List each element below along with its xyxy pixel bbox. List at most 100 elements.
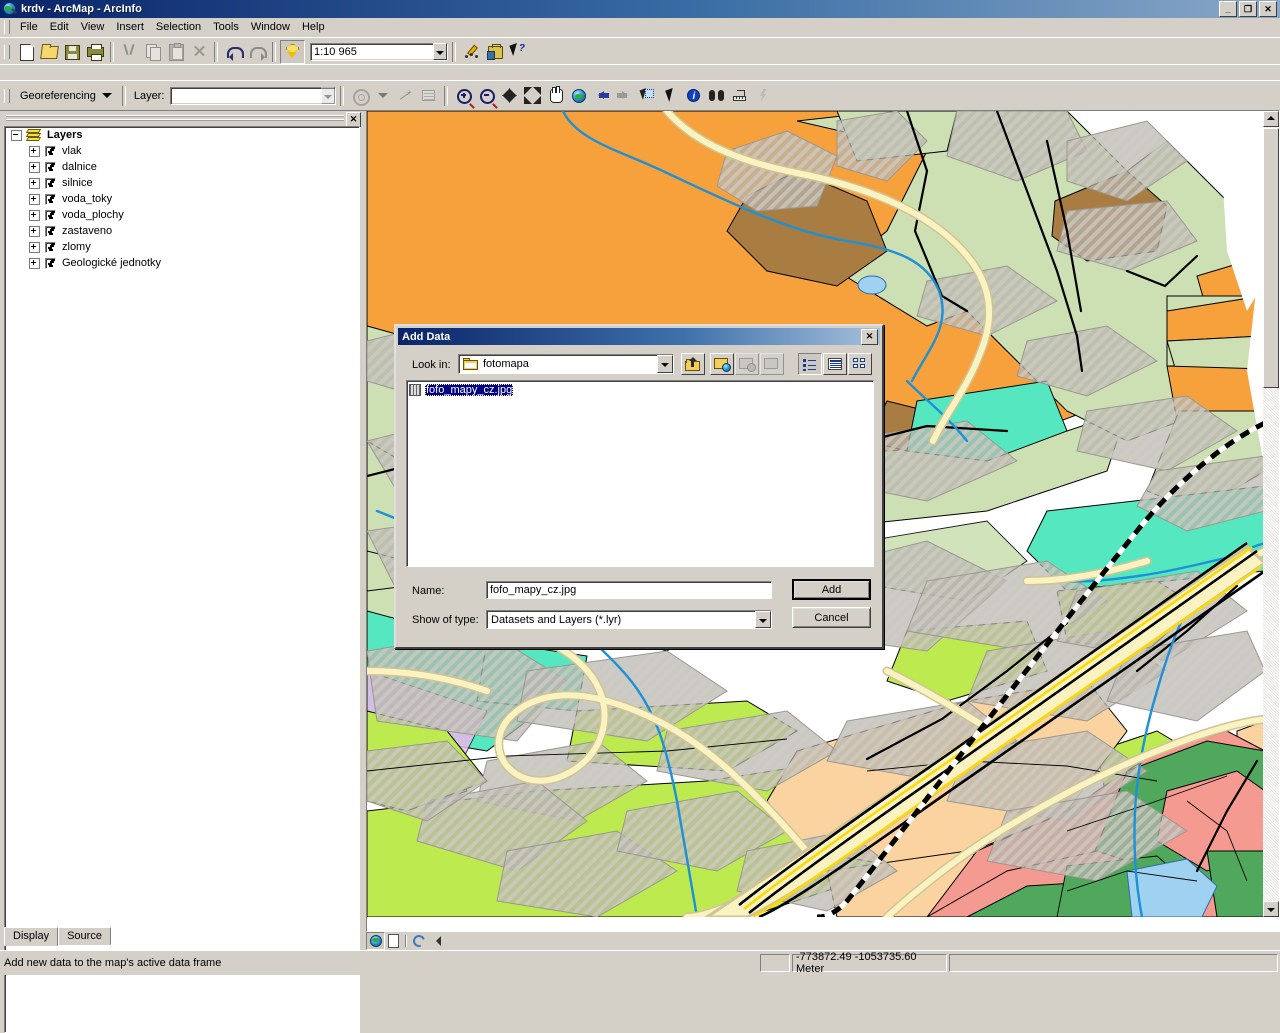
pan-button[interactable]	[544, 85, 567, 107]
paste-button[interactable]	[164, 41, 187, 63]
add-button[interactable]: Add	[792, 579, 871, 600]
data-view-button[interactable]	[366, 932, 385, 950]
layer-visibility-checkbox[interactable]	[45, 177, 56, 189]
toc-row-zlomy[interactable]: zlomy	[5, 239, 359, 255]
up-one-level-button[interactable]	[681, 353, 705, 375]
go-back-extent-button[interactable]	[590, 85, 613, 107]
expand-icon[interactable]	[29, 257, 40, 269]
menu-tools[interactable]: Tools	[207, 20, 245, 34]
new-folder-button[interactable]	[760, 353, 784, 375]
refresh-view-button[interactable]	[410, 933, 427, 949]
look-in-combo[interactable]: fotomapa	[458, 354, 674, 374]
tab-source[interactable]: Source	[58, 927, 111, 945]
zoom-in-button[interactable]	[452, 85, 475, 107]
toc-row-layers-root[interactable]: Layers	[5, 127, 359, 143]
pause-drawing-button[interactable]	[427, 933, 444, 949]
show-of-type-dropdown-arrow[interactable]	[755, 611, 771, 628]
georeferencing-dropdown[interactable]: Georeferencing	[14, 89, 118, 103]
menu-view[interactable]: View	[75, 20, 111, 34]
add-control-points-button[interactable]: +	[394, 85, 417, 107]
tab-display[interactable]: Display	[4, 927, 59, 946]
editor-toolbar-button[interactable]	[460, 41, 483, 63]
cancel-button[interactable]: Cancel	[792, 607, 871, 628]
delete-button[interactable]	[187, 41, 210, 63]
print-button[interactable]	[83, 41, 106, 63]
menu-edit[interactable]: Edit	[44, 20, 75, 34]
standard-toolbar-grip[interactable]	[4, 44, 10, 59]
connect-to-folder-button[interactable]	[710, 353, 734, 375]
layout-view-button[interactable]	[385, 933, 402, 949]
expand-icon[interactable]	[29, 145, 40, 157]
measure-button[interactable]	[728, 85, 751, 107]
open-button[interactable]	[37, 41, 60, 63]
map-scale-dropdown-arrow[interactable]	[433, 43, 447, 60]
redo-button[interactable]	[245, 41, 268, 63]
menubar-grip[interactable]	[4, 20, 10, 34]
toc-row-geologicke-jednotky[interactable]: Geologické jednotky	[5, 255, 359, 271]
toc-row-dalnice[interactable]: dalnice	[5, 159, 359, 175]
toc-row-zastaveno[interactable]: zastaveno	[5, 223, 359, 239]
close-button[interactable]: ✕	[1259, 1, 1277, 17]
map-vscroll-thumb[interactable]	[1263, 128, 1279, 388]
georeferencing-layer-value[interactable]	[174, 89, 321, 103]
zoom-out-button[interactable]	[475, 85, 498, 107]
find-button[interactable]	[705, 85, 728, 107]
toc-row-vlak[interactable]: vlak	[5, 143, 359, 159]
layer-visibility-checkbox[interactable]	[45, 161, 56, 173]
layer-visibility-checkbox[interactable]	[45, 145, 56, 157]
toc-row-voda-plochy[interactable]: voda_plochy	[5, 207, 359, 223]
go-next-extent-button[interactable]	[613, 85, 636, 107]
map-vertical-scrollbar[interactable]	[1263, 111, 1279, 917]
expand-icon[interactable]	[29, 225, 40, 237]
scroll-down-button[interactable]	[1263, 901, 1279, 917]
look-in-dropdown-arrow[interactable]	[657, 355, 673, 373]
view-link-table-button[interactable]	[417, 85, 440, 107]
menu-window[interactable]: Window	[245, 20, 296, 34]
georeferencing-layer-combo[interactable]	[170, 86, 337, 105]
whats-this-button[interactable]: ?	[506, 41, 529, 63]
expand-icon[interactable]	[29, 209, 40, 221]
layer-visibility-checkbox[interactable]	[45, 241, 56, 253]
arctoolbox-button[interactable]	[483, 41, 506, 63]
details-view-button[interactable]	[823, 353, 847, 375]
add-data-dialog[interactable]: Add Data ✕ Look in: fotomapa fofo_mapy_c…	[394, 324, 884, 649]
full-extent-button[interactable]	[567, 85, 590, 107]
select-elements-button[interactable]	[659, 85, 682, 107]
georeferencing-layer-dropdown-arrow[interactable]	[321, 87, 336, 104]
toc-titlebar[interactable]: ✕	[2, 111, 364, 127]
identify-button[interactable]: i	[682, 85, 705, 107]
show-of-type-combo[interactable]: Datasets and Layers (*.lyr)	[486, 610, 772, 629]
rotate-button[interactable]	[348, 85, 371, 107]
toc-close-button[interactable]: ✕	[346, 111, 361, 127]
collapse-icon[interactable]	[11, 129, 22, 141]
toc-row-silnice[interactable]: silnice	[5, 175, 359, 191]
layer-visibility-checkbox[interactable]	[45, 209, 56, 221]
hyperlink-button[interactable]	[751, 85, 774, 107]
copy-button[interactable]	[141, 41, 164, 63]
fixed-zoom-out-button[interactable]	[521, 85, 544, 107]
menu-insert[interactable]: Insert	[110, 20, 150, 34]
expand-icon[interactable]	[29, 177, 40, 189]
rotate-dropdown[interactable]	[371, 85, 394, 107]
layer-visibility-checkbox[interactable]	[45, 257, 56, 269]
layers-tree[interactable]: Layers vlak dalnice silnice voda_toky vo…	[4, 126, 360, 1033]
restore-button[interactable]: ❐	[1239, 1, 1257, 17]
georeferencing-toolbar-grip[interactable]	[4, 88, 10, 103]
scroll-up-button[interactable]	[1263, 111, 1279, 127]
expand-icon[interactable]	[29, 241, 40, 253]
new-map-button[interactable]	[14, 41, 37, 63]
menu-selection[interactable]: Selection	[150, 20, 207, 34]
layer-visibility-checkbox[interactable]	[45, 193, 56, 205]
menu-help[interactable]: Help	[296, 20, 331, 34]
cut-button[interactable]	[118, 41, 141, 63]
thumbnails-view-button[interactable]	[848, 353, 872, 375]
fixed-zoom-in-button[interactable]	[498, 85, 521, 107]
menu-file[interactable]: File	[14, 20, 44, 34]
file-name-input[interactable]: fofo_mapy_cz.jpg	[486, 581, 772, 599]
toc-row-voda-toky[interactable]: voda_toky	[5, 191, 359, 207]
expand-icon[interactable]	[29, 193, 40, 205]
select-features-button[interactable]	[636, 85, 659, 107]
list-view-button[interactable]	[798, 353, 822, 375]
file-list[interactable]: fofo_mapy_cz.jpg	[406, 380, 874, 567]
layer-visibility-checkbox[interactable]	[45, 225, 56, 237]
